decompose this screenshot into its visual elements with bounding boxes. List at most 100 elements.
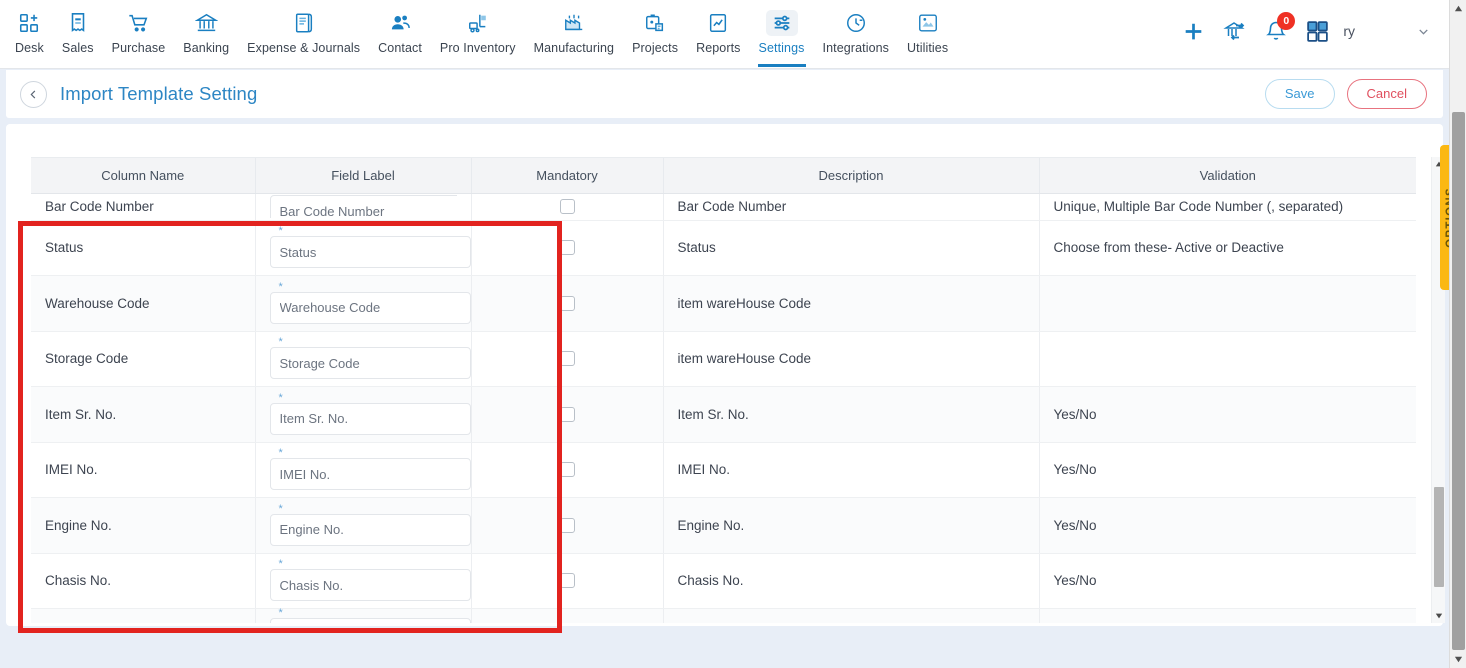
cell-field-label: * [255,220,472,276]
mandatory-checkbox[interactable] [559,406,575,422]
nav-item-reports[interactable]: Reports [687,6,749,66]
field-label-input[interactable] [269,347,471,380]
cell-validation: Yes/No [1039,497,1416,554]
cell-field-label [255,193,472,221]
th-field-label: Field Label [255,158,472,194]
journal-book-icon [293,10,315,36]
mandatory-checkbox[interactable] [559,462,575,478]
cancel-button[interactable]: Cancel [1346,79,1427,109]
mandatory-checkbox[interactable] [559,517,575,533]
browser-scrollbar-thumb[interactable] [1452,112,1465,650]
field-label-input-wrap: * [269,558,471,602]
chevron-down-icon[interactable] [1416,24,1431,39]
cell-description: IMEI No. [663,442,1040,498]
nav-item-integrations[interactable]: Integrations [814,6,899,66]
cell-column-name: Chasis No. [31,553,256,609]
nav-item-sales[interactable]: Sales [53,6,103,66]
required-asterisk: * [278,447,283,460]
field-label-input-wrap: * [269,503,471,546]
nav-item-banking[interactable]: Banking [174,6,238,66]
nav-item-expense-journals[interactable]: Expense & Journals [238,6,369,66]
factory-icon [563,10,585,36]
nav-item-utilities[interactable]: Utilities [898,6,957,66]
cell-column-name: IMEI No. [31,442,256,498]
cell-mandatory [471,275,664,332]
cell-validation: Unique, Multiple Bar Code Number (, sepa… [1039,193,1416,221]
nav-label-expense-journals: Expense & Journals [247,41,361,55]
mandatory-checkbox[interactable] [559,240,575,256]
table-row: Storage Code * item wareHouse Code [31,331,1416,387]
nav-item-pro-inventory[interactable]: Pro Inventory [431,6,525,66]
cell-field-label: * [255,275,472,332]
page-header-actions: Save Cancel [1264,79,1427,109]
cell-mandatory [471,331,664,387]
app-viewport: Desk Sales Purchase Banking Expense & Jo… [0,0,1466,668]
cell-column-name: Warehouse Code [31,275,256,332]
bell-icon[interactable]: 0 [1264,12,1296,43]
required-asterisk: * [278,558,283,571]
nav-item-manufacturing[interactable]: Manufacturing [525,6,624,66]
cell-validation: Choose from these- Active or Deactive [1039,220,1416,276]
mandatory-checkbox[interactable] [559,351,575,367]
mandatory-checkbox[interactable] [559,295,575,311]
field-label-input[interactable] [269,195,457,218]
field-label-input[interactable] [269,618,471,623]
required-asterisk: * [278,336,283,349]
table-row: * [31,608,1416,623]
cell-column-name: Engine No. [31,497,256,554]
field-label-input[interactable] [269,291,471,324]
table-row: IMEI No. * IMEI No. Yes/No [31,442,1416,498]
projects-clipboard-icon [644,10,666,36]
table-row: Chasis No. * Chasis No. Yes/No [31,553,1416,609]
nav-label-projects: Projects [632,41,679,55]
mandatory-checkbox[interactable] [559,573,575,589]
nav-item-projects[interactable]: Projects [623,6,687,66]
field-label-input[interactable] [269,236,471,269]
cell-column-name: Storage Code [31,331,256,387]
th-description: Description [663,158,1040,194]
page-title: Import Template Setting [60,83,258,104]
notification-badge: 0 [1277,12,1296,30]
table-scrollbar-thumb[interactable] [1434,487,1444,587]
cell-mandatory [471,608,664,623]
browser-scroll-up-arrow-icon[interactable] [1450,0,1466,17]
save-button[interactable]: Save [1264,79,1335,109]
bank-transfer-icon[interactable] [1223,19,1247,43]
field-label-input[interactable] [269,402,471,435]
scroll-down-arrow-icon[interactable] [1432,609,1445,623]
cell-column-name: Status [31,220,256,276]
plug-icon [845,10,867,36]
cell-column-name: Item Sr. No. [31,386,256,443]
th-validation: Validation [1039,158,1416,194]
bank-icon [194,10,218,36]
field-label-input-wrap: * [269,281,471,324]
field-label-input[interactable] [269,569,471,602]
browser-scroll-down-arrow-icon[interactable] [1450,651,1466,668]
field-label-input[interactable] [269,513,471,546]
field-label-input[interactable] [269,458,471,491]
chevron-left-icon[interactable] [20,80,47,108]
cell-validation [1039,275,1416,332]
nav-label-manufacturing: Manufacturing [533,41,615,55]
nav-item-desk[interactable]: Desk [6,6,53,66]
cell-mandatory [471,442,664,498]
browser-vertical-scrollbar[interactable] [1449,0,1466,668]
cart-icon [127,10,150,36]
cell-field-label: * [255,608,472,623]
report-chart-icon [707,10,729,36]
nav-item-purchase[interactable]: Purchase [103,6,175,66]
receipt-icon [67,10,89,36]
mandatory-checkbox[interactable] [559,199,575,214]
grid-apps-icon[interactable] [1305,19,1330,44]
plus-icon[interactable] [1181,19,1206,44]
cell-description: Engine No. [663,497,1040,554]
required-asterisk: * [278,391,283,404]
field-label-input-wrap: * [269,608,471,623]
table-row: Engine No. * Engine No. Yes/No [31,497,1416,554]
nav-item-settings[interactable]: Settings [750,6,814,67]
field-label-input-wrap: * [269,447,471,491]
th-mandatory: Mandatory [471,158,664,194]
field-label-input-wrap: * [269,391,471,435]
user-name-label[interactable]: ry [1343,23,1355,39]
nav-item-contact[interactable]: Contact [369,6,431,66]
